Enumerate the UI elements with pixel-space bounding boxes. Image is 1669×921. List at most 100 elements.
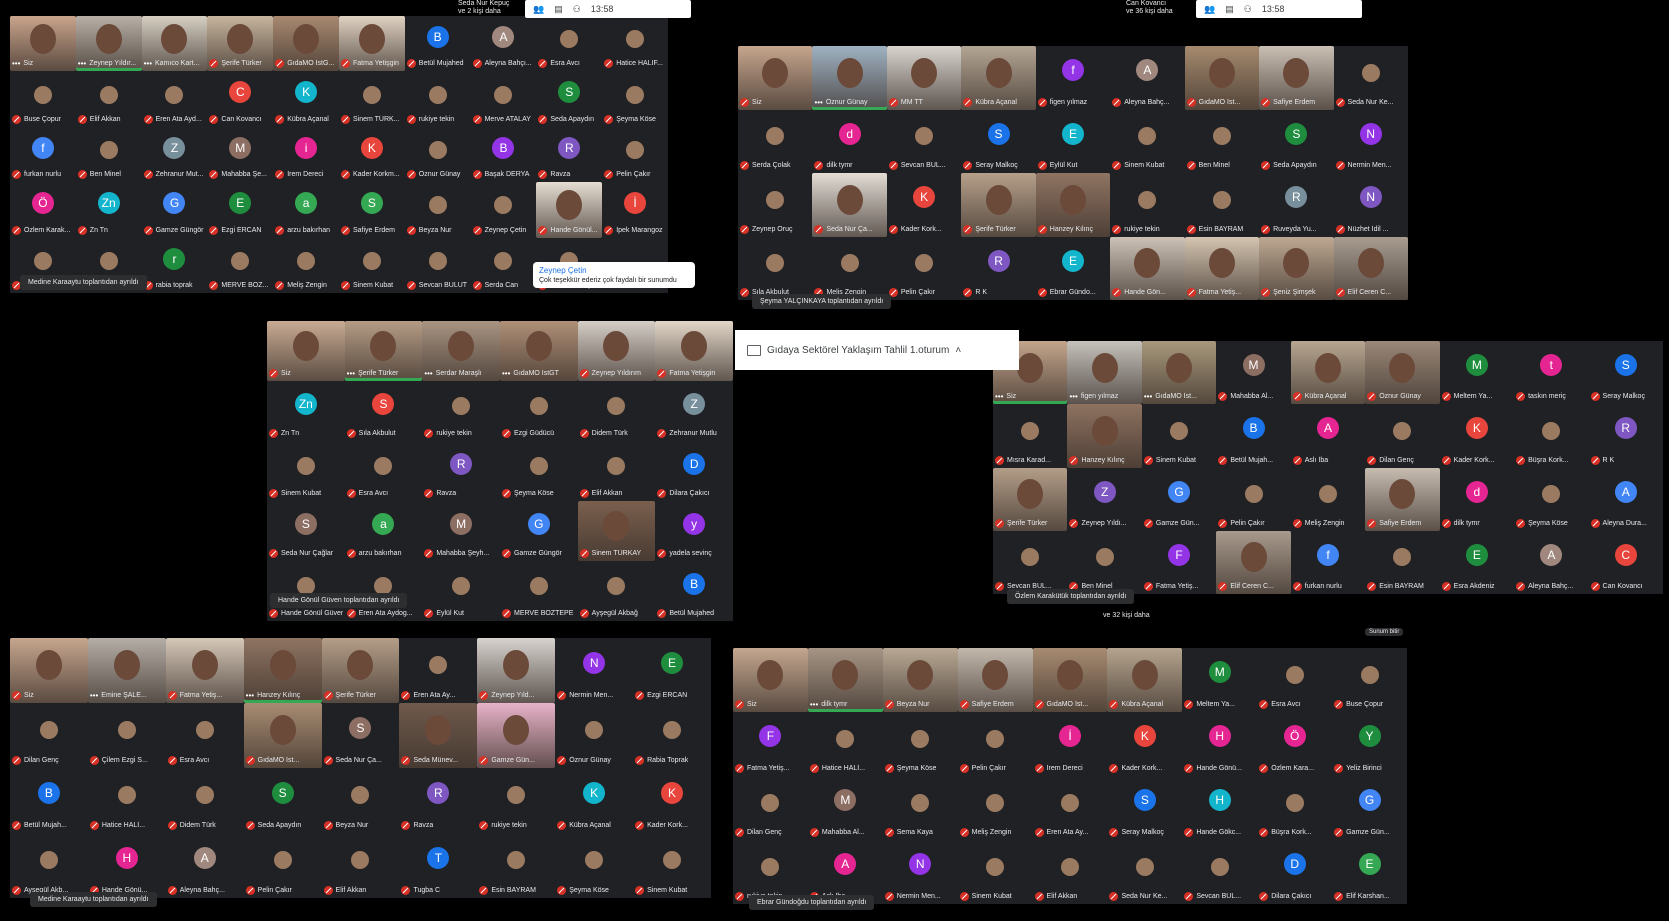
participant-tile[interactable]: Didem Türk [166, 768, 244, 833]
participant-tile[interactable]: Hande Gönül... [536, 182, 603, 238]
participant-tile[interactable]: C Can Kovancı [207, 71, 273, 126]
participant-tile[interactable]: Sinem Kubat [633, 833, 711, 898]
participant-tile[interactable]: E Ezgi ERCAN [633, 638, 711, 703]
participant-tile[interactable]: A Aleyna Dura... [1589, 468, 1663, 531]
participant-tile[interactable]: Sinem TÜRKAY [577, 501, 656, 561]
activities-icon[interactable]: ⚇ [1244, 4, 1252, 15]
participant-tile[interactable]: Siz [10, 638, 88, 703]
participant-tile[interactable]: Büşra Kork... [1257, 776, 1332, 840]
participant-tile[interactable]: S Sıla Akbulut [345, 381, 423, 441]
participant-tile[interactable]: G Gamze Gün... [1332, 776, 1407, 840]
participant-tile[interactable]: D Dilara Çakıcı [1257, 840, 1332, 904]
participant-tile[interactable]: S Seray Malkoç [961, 110, 1035, 174]
participant-tile[interactable]: rukiye tekin [405, 71, 471, 126]
chat-notification[interactable]: Zeynep Çetin Çok teşekkür ederiz çok fay… [533, 262, 695, 288]
participant-tile[interactable]: Siz [267, 321, 345, 381]
participant-tile[interactable]: B Betül Mujah... [1216, 404, 1290, 467]
participant-tile[interactable]: Sinem Kubat [267, 441, 345, 501]
participant-tile[interactable]: ••• Öznur Günay [812, 46, 887, 110]
participant-tile[interactable]: Esin BAYRAM [1365, 531, 1439, 594]
participant-tile[interactable]: i İrem Dereci [273, 127, 339, 182]
participant-tile[interactable]: ••• GıdaMO İst... [1141, 341, 1217, 405]
participant-tile[interactable]: Rabia Toprak [633, 703, 711, 768]
participant-tile[interactable]: M Meltem Ya... [1440, 341, 1514, 404]
participant-tile[interactable]: Serda Çolak [738, 110, 812, 174]
participant-tile[interactable]: Zn Zn Tn [76, 182, 142, 237]
participant-tile[interactable]: Sevcan BUL... [1182, 840, 1257, 904]
participant-tile[interactable]: Hatice HALİ... [88, 768, 166, 833]
participant-tile[interactable]: Z Zehranur Mut... [142, 127, 208, 182]
participant-tile[interactable]: Kübra Açanal [961, 46, 1036, 110]
participant-tile[interactable]: Zeynep Yıld... [477, 638, 556, 703]
participant-tile[interactable]: N Nermin Men... [1334, 110, 1408, 174]
participant-tile[interactable]: Şerife Türker [207, 16, 274, 72]
more-options-icon[interactable]: ••• [810, 700, 818, 709]
participant-tile[interactable]: Öznur Günay [405, 127, 471, 182]
participant-tile[interactable]: Sinem Kubat [958, 840, 1033, 904]
participant-tile[interactable]: R Ravza [399, 768, 477, 833]
participant-tile[interactable]: Zn Zn Tn [267, 381, 345, 441]
participant-tile[interactable]: Eren Ata Ayd... [142, 71, 208, 126]
participant-tile[interactable]: rukiye tekin [477, 768, 555, 833]
participant-tile[interactable]: Sinem TÜRK... [339, 71, 405, 126]
participant-tile[interactable]: Fatma Yetişgin [655, 321, 733, 381]
participant-tile[interactable]: B Betül Mujah... [10, 768, 88, 833]
participant-tile[interactable]: K Kübra Açanal [555, 768, 633, 833]
more-options-icon[interactable]: ••• [424, 369, 432, 378]
participant-tile[interactable]: ••• GıdaMO İstGT [499, 321, 578, 381]
participant-tile[interactable]: S Safiye Erdem [339, 182, 405, 237]
stop-presenting-button[interactable]: Sunum bitir [1365, 628, 1404, 636]
participant-tile[interactable]: B Başak DERYA [471, 127, 537, 182]
participant-tile[interactable]: M Meltem Ya... [1182, 648, 1257, 712]
more-options-icon[interactable]: ••• [1144, 392, 1152, 401]
participant-tile[interactable]: Şeniz Şimşek [1259, 236, 1334, 300]
more-options-icon[interactable]: ••• [144, 59, 152, 68]
participant-tile[interactable]: Esin BAYRAM [1185, 173, 1259, 237]
participant-tile[interactable]: GıdaMO İstG... [273, 16, 339, 72]
participant-tile[interactable]: Sevcan BULUT [405, 238, 471, 293]
participant-tile[interactable]: S Seda Nur Çağlar [267, 501, 345, 561]
participant-tile[interactable]: A Aleyna Bahç... [166, 833, 244, 898]
participant-tile[interactable]: Kübra Açanal [1290, 341, 1366, 405]
participant-tile[interactable]: Şerife Türker [321, 638, 400, 703]
participant-tile[interactable]: N Nermin Men... [883, 840, 958, 904]
participant-tile[interactable]: ••• Kamıco Kart... [141, 16, 208, 72]
participant-tile[interactable]: Esra Avcı [345, 441, 423, 501]
participant-tile[interactable]: Siz [733, 648, 808, 712]
participant-tile[interactable]: Z Zehranur Mutlu [655, 381, 733, 441]
participant-tile[interactable]: Şerife Türker [961, 173, 1036, 237]
participant-tile[interactable]: Mısra Karad... [993, 404, 1067, 467]
participant-tile[interactable]: Beyza Nur [405, 182, 471, 237]
participant-tile[interactable]: Buse Çopur [10, 71, 76, 126]
participant-tile[interactable]: f figen yılmaz [1036, 46, 1110, 110]
participant-tile[interactable]: Eren Ata Ay... [399, 638, 477, 703]
participant-tile[interactable]: Hande Gönül Güven [267, 561, 345, 621]
participant-tile[interactable]: Öznur Günay [555, 703, 633, 768]
participant-tile[interactable]: S Seray Malkoç [1107, 776, 1182, 840]
participant-tile[interactable]: C Can Kovancı [1589, 531, 1663, 594]
participant-tile[interactable]: K Kader Korkm... [339, 127, 405, 182]
more-options-icon[interactable]: ••• [347, 369, 355, 378]
participant-tile[interactable]: K Kader Kork... [887, 173, 961, 237]
participant-tile[interactable]: K Kader Kork... [1440, 404, 1514, 467]
participant-tile[interactable]: Buse Çopur [1332, 648, 1407, 712]
more-options-icon[interactable]: ••• [814, 98, 822, 107]
participant-tile[interactable]: Eylül Kut [422, 561, 500, 621]
participant-tile[interactable]: Seda Münev... [399, 703, 478, 768]
participant-tile[interactable]: K Kader Kork... [633, 768, 711, 833]
participant-tile[interactable]: Zeynep Çetin [471, 182, 537, 237]
participant-tile[interactable]: Pelin Çakır [887, 237, 961, 301]
participant-tile[interactable]: Şeyma Köse [1514, 468, 1588, 531]
participant-tile[interactable]: R R K [961, 237, 1035, 301]
participant-tile[interactable]: ••• Şerife Türker [344, 321, 423, 381]
participant-tile[interactable]: Elif Akkan [578, 441, 656, 501]
participant-tile[interactable]: GıdaMO İst... [1184, 46, 1260, 110]
participant-tile[interactable]: Elif Ceren C... [1216, 530, 1291, 594]
participant-tile[interactable]: d dilk tymr [812, 110, 886, 174]
participant-tile[interactable]: S Seray Malkoç [1589, 341, 1663, 404]
participant-tile[interactable]: Seda Nur Ça... [812, 173, 887, 237]
participant-tile[interactable]: MERVE BOZTEPE [500, 561, 578, 621]
participant-tile[interactable]: Ben Minel [1185, 110, 1259, 174]
chat-icon[interactable]: ▤ [1225, 4, 1234, 15]
participant-tile[interactable]: Sıla Akbulut [738, 237, 812, 301]
